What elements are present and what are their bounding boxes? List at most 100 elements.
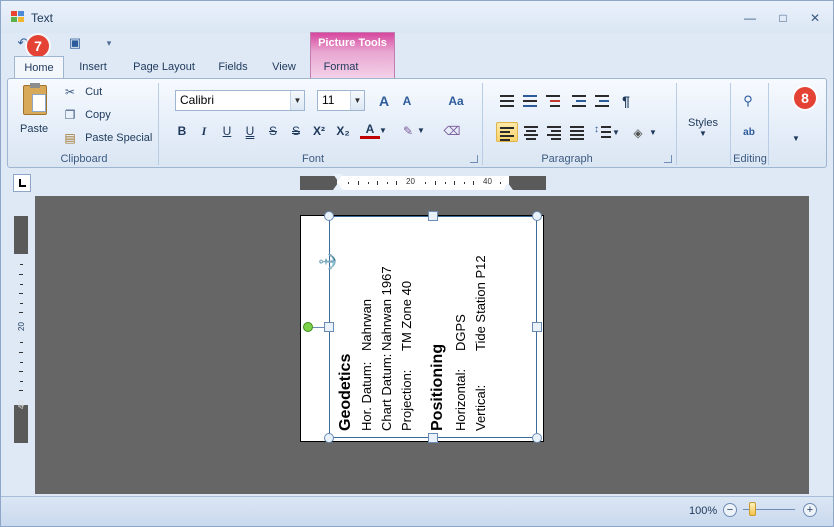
copy-button[interactable]: ❐ Copy: [62, 105, 111, 125]
decrease-indent-icon[interactable]: [570, 92, 588, 110]
ruler-right-margin: [509, 176, 546, 190]
font-dialog-launcher-icon[interactable]: [470, 155, 478, 163]
bullets-icon[interactable]: [498, 92, 516, 110]
zoom-out-button[interactable]: −: [723, 503, 737, 517]
doc-row: Projection: TM Zone 40: [399, 221, 414, 431]
title-bar[interactable]: Text — □ ✕: [1, 1, 833, 33]
italic-button[interactable]: I: [194, 121, 214, 141]
chevron-down-icon[interactable]: ▼: [611, 123, 621, 143]
bold-button[interactable]: B: [172, 121, 192, 141]
cut-button[interactable]: ✂ Cut: [62, 82, 102, 102]
picture-tools-title: Picture Tools: [318, 37, 387, 49]
clipboard-group-label: Clipboard: [60, 153, 108, 165]
tab-format[interactable]: Format: [313, 56, 369, 78]
tab-insert[interactable]: Insert: [71, 56, 115, 78]
paragraph-group-label: Paragraph: [541, 153, 593, 165]
numbering-icon[interactable]: [521, 92, 539, 110]
resize-handle-bottom-right[interactable]: [532, 433, 542, 443]
increase-indent-icon[interactable]: [593, 92, 611, 110]
clear-formatting-icon[interactable]: ⌫: [442, 121, 462, 141]
grow-font-button[interactable]: A: [374, 91, 394, 111]
chevron-down-icon[interactable]: ▼: [350, 91, 364, 110]
line-spacing-icon[interactable]: ↕: [594, 124, 612, 142]
multilevel-list-icon[interactable]: [544, 92, 562, 110]
tab-page-layout[interactable]: Page Layout: [128, 56, 200, 78]
geodetics-heading: Geodetics: [337, 353, 354, 431]
shading-icon[interactable]: ◈: [628, 123, 648, 143]
resize-handle-top[interactable]: [428, 211, 438, 221]
group-separator: [676, 83, 677, 165]
copy-icon: ❐: [64, 108, 76, 123]
font-size-select[interactable]: 11 ▼: [317, 90, 365, 111]
tab-fields[interactable]: Fields: [211, 56, 255, 78]
save-icon[interactable]: ▣: [67, 35, 83, 51]
ruler-left-margin: [300, 176, 337, 190]
row-label: Chart Datum:: [379, 353, 394, 431]
font-color-button[interactable]: A: [360, 121, 380, 139]
row-value: TM Zone 40: [399, 280, 414, 351]
replace-icon[interactable]: ab: [739, 123, 759, 143]
maximize-button[interactable]: □: [772, 9, 794, 27]
zoom-in-button[interactable]: +: [803, 503, 817, 517]
left-indent-marker[interactable]: [333, 174, 343, 181]
align-center-icon[interactable]: [522, 124, 540, 142]
customize-qat-icon[interactable]: ▾: [101, 35, 117, 51]
row-value: Tide Station P12: [473, 255, 488, 351]
subscript-button[interactable]: X₂: [333, 121, 353, 141]
chevron-down-icon[interactable]: ▼: [416, 121, 426, 141]
status-bar: 100% − +: [1, 496, 833, 526]
minimize-button[interactable]: —: [739, 9, 761, 27]
shrink-font-button[interactable]: A: [397, 91, 417, 111]
rotate-handle[interactable]: [303, 322, 313, 332]
rotate-handle-connector: [313, 327, 324, 328]
find-icon[interactable]: ⚲: [738, 91, 758, 111]
resize-handle-top-right[interactable]: [532, 211, 542, 221]
zoom-level: 100%: [689, 505, 718, 517]
zoom-slider-thumb[interactable]: [749, 502, 756, 516]
ruler-top-margin: [14, 216, 28, 254]
styles-label: Styles: [688, 117, 718, 129]
align-right-icon[interactable]: [545, 124, 563, 142]
chevron-down-icon[interactable]: ▼: [378, 121, 388, 141]
resize-handle-top-left[interactable]: [324, 211, 334, 221]
doc-row: Horizontal: DGPS: [453, 221, 468, 431]
paragraph-dialog-launcher-icon[interactable]: [664, 155, 672, 163]
strikethrough-button[interactable]: S: [263, 121, 283, 141]
close-button[interactable]: ✕: [804, 9, 826, 27]
doc-row: Hor. Datum: Nahrwan: [359, 221, 374, 431]
font-family-select[interactable]: Calibri ▼: [175, 90, 305, 111]
double-underline-button[interactable]: U: [240, 121, 260, 141]
chevron-down-icon[interactable]: ▼: [648, 123, 658, 143]
paste-special-button[interactable]: ▤ Paste Special: [62, 128, 152, 148]
underline-button[interactable]: U: [217, 121, 237, 141]
paste-special-label: Paste Special: [85, 132, 153, 144]
horizontal-ruler[interactable]: 20 40: [300, 174, 546, 190]
vertical-scrollbar[interactable]: [809, 196, 827, 494]
ribbon-overflow-chevron-icon[interactable]: ▼: [786, 129, 806, 149]
paste-button[interactable]: Paste: [16, 83, 52, 139]
show-formatting-button[interactable]: ¶: [616, 91, 636, 111]
justify-icon[interactable]: [568, 124, 586, 142]
change-case-button[interactable]: Aa: [441, 91, 471, 111]
resize-handle-bottom-left[interactable]: [324, 433, 334, 443]
tab-stop-selector[interactable]: [13, 174, 31, 192]
tab-home[interactable]: Home: [14, 56, 64, 79]
right-indent-marker[interactable]: [503, 183, 513, 190]
resize-handle-bottom[interactable]: [428, 433, 438, 443]
paste-icon: [23, 83, 47, 115]
resize-handle-left[interactable]: [324, 322, 334, 332]
highlight-icon[interactable]: ✎: [398, 121, 418, 141]
group-separator: [768, 83, 769, 165]
ruler-h-number: 20: [406, 177, 415, 186]
double-strikethrough-button[interactable]: S: [286, 121, 306, 141]
tab-view[interactable]: View: [265, 56, 303, 78]
row-value: Nahrwan 1967: [379, 266, 394, 351]
hanging-indent-marker[interactable]: [333, 183, 343, 190]
chevron-down-icon[interactable]: ▼: [290, 91, 304, 110]
anchor-icon: ⚓: [319, 252, 337, 272]
vertical-ruler[interactable]: 20 40: [14, 216, 28, 443]
styles-button[interactable]: Styles ▼: [682, 117, 724, 147]
resize-handle-right[interactable]: [532, 322, 542, 332]
align-left-icon[interactable]: [496, 122, 518, 142]
superscript-button[interactable]: X²: [309, 121, 329, 141]
